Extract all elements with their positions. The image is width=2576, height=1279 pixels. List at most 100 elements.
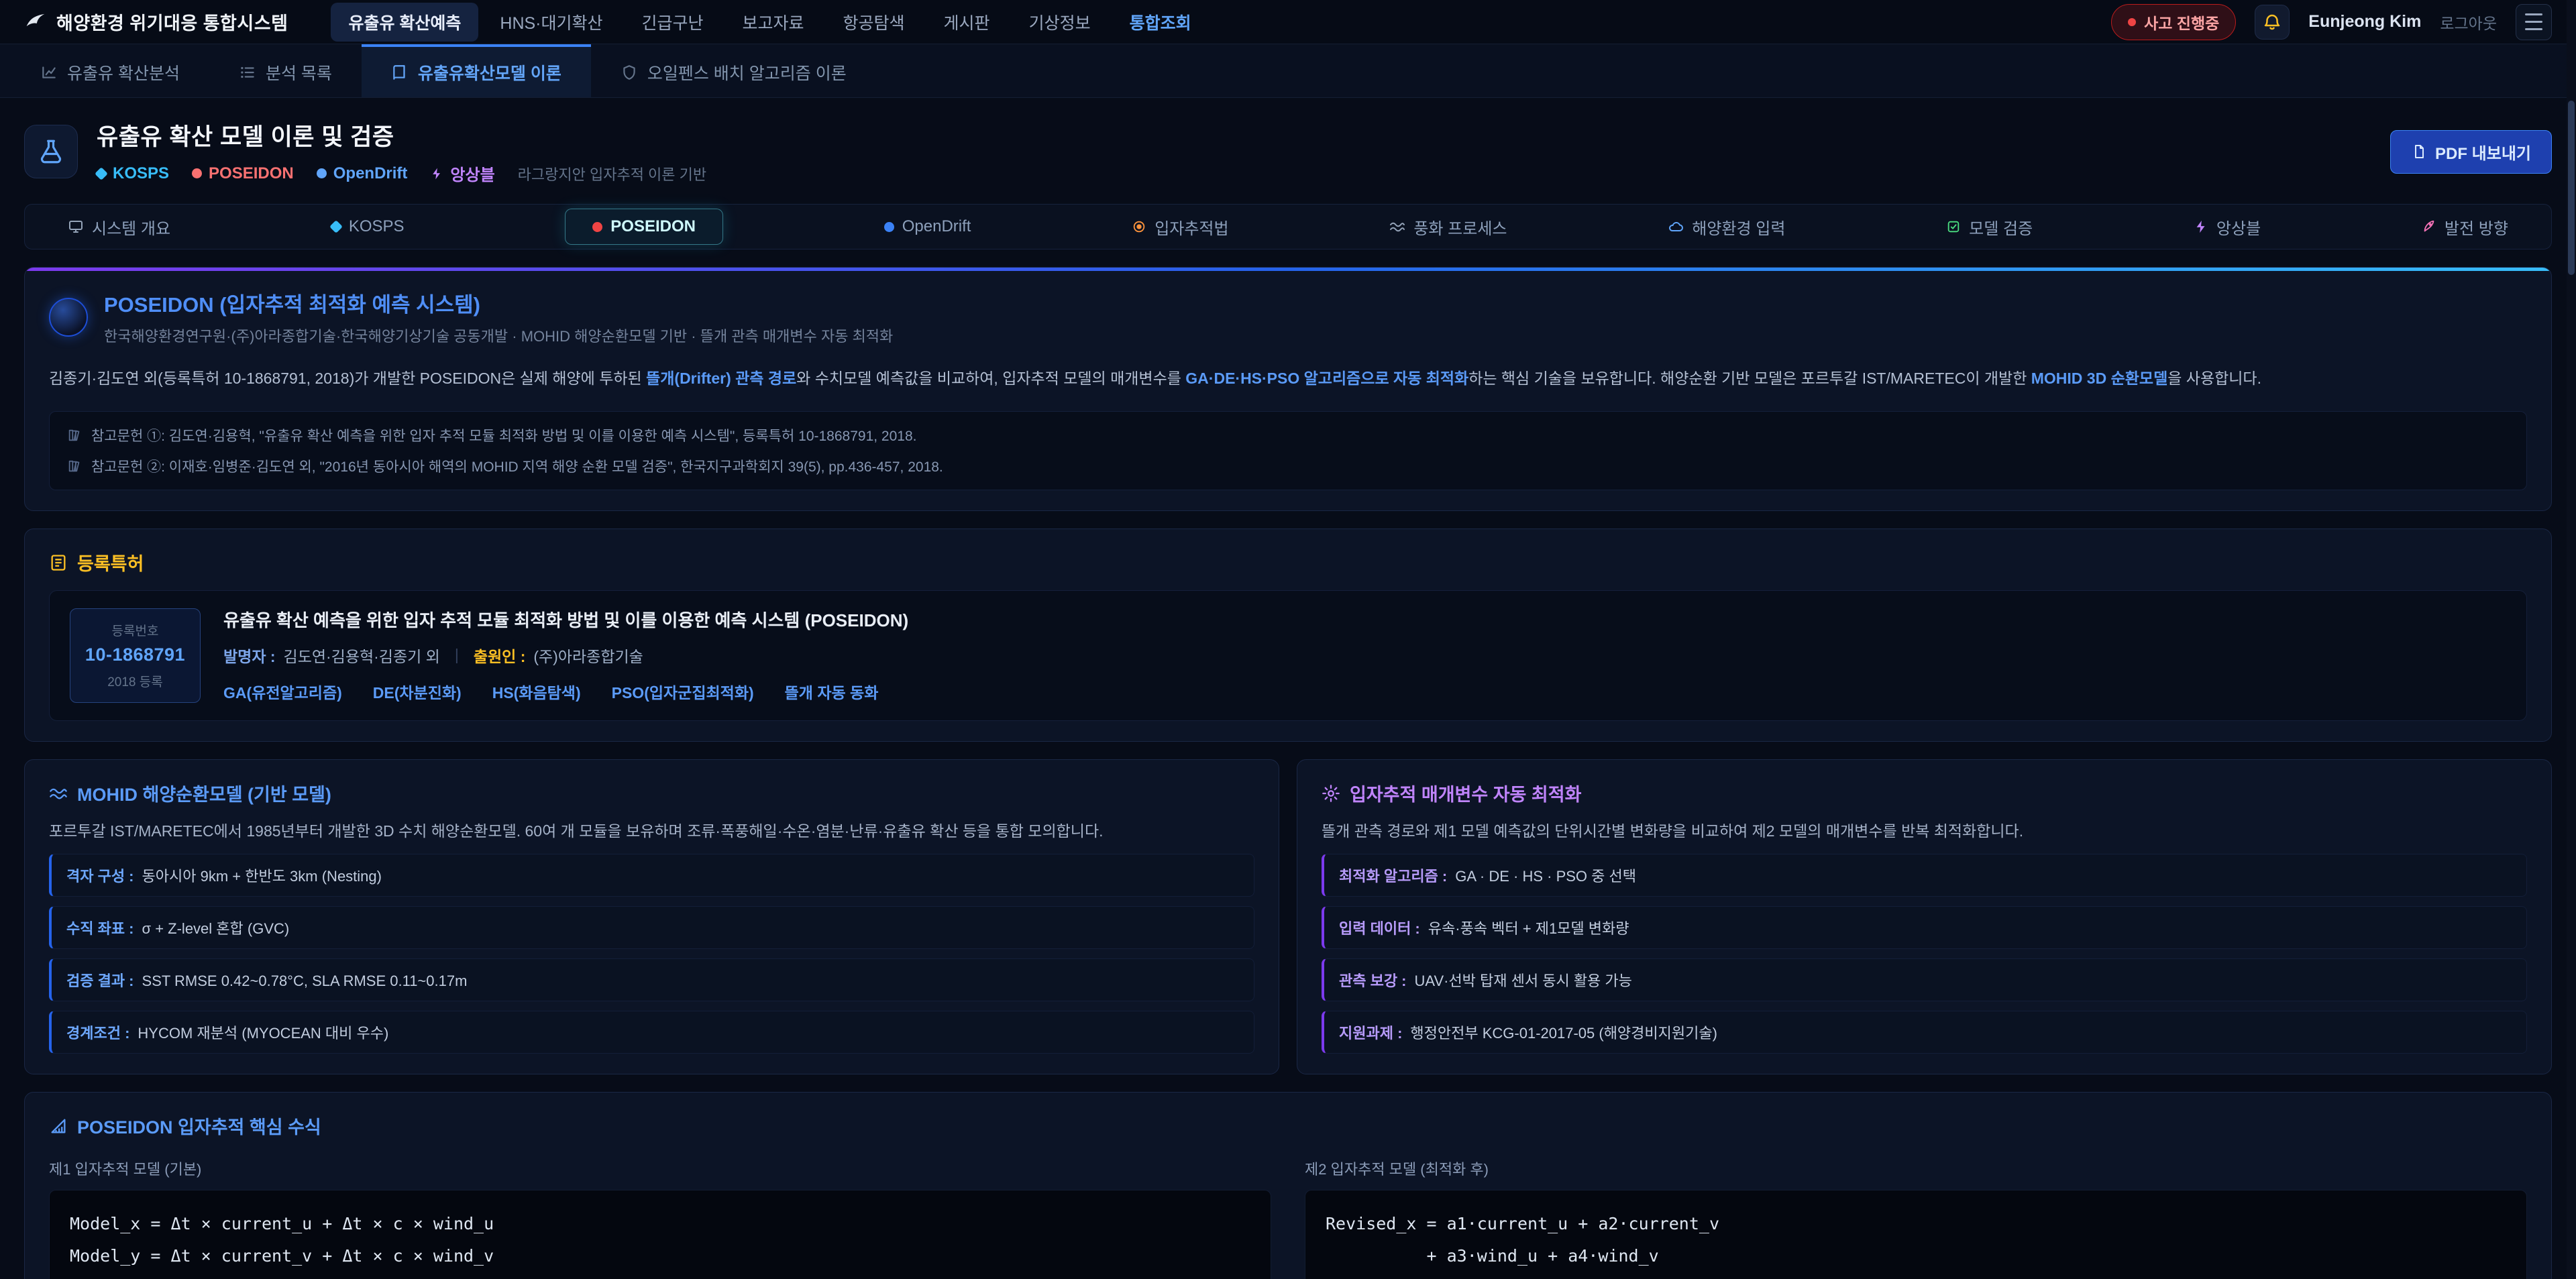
poseidon-globe-icon [49, 298, 88, 337]
patent-number-label: 등록번호 [84, 621, 186, 639]
page-icon-box [24, 125, 78, 178]
nav-item-spill-forecast[interactable]: 유출유 확산예측 [331, 3, 478, 42]
scroll-icon [49, 553, 68, 572]
patent-tag: DE(차분진화) [373, 680, 462, 703]
sub-tabbar: 유출유 확산분석 분석 목록 유출유확산모델 이론 오일펜스 배치 알고리즘 이… [0, 44, 2576, 98]
tab-spill-analysis[interactable]: 유출유 확산분석 [11, 44, 209, 97]
formula-left-label: 제1 입자추적 모델 (기본) [49, 1158, 1271, 1179]
spec-row: 격자 구성 :동아시아 9km + 한반도 3km (Nesting) [49, 854, 1254, 897]
bolt-icon [430, 167, 443, 180]
dot-icon [592, 222, 602, 232]
tab-oilfence-algorithm-theory[interactable]: 오일펜스 배치 알고리즘 이론 [591, 44, 876, 97]
sn-roadmap[interactable]: 발전 방향 [2422, 215, 2508, 239]
patent-section-title: 등록특허 [49, 549, 2527, 575]
tab-analysis-list[interactable]: 분석 목록 [209, 44, 362, 97]
app-title: 해양환경 위기대응 통합시스템 [56, 9, 288, 35]
wave-icon [1389, 219, 1405, 235]
tab-label: 유출유확산모델 이론 [418, 60, 561, 85]
nav-item-report-data[interactable]: 보고자료 [725, 3, 822, 42]
tag-opendrift: OpenDrift [317, 164, 408, 183]
nav-item-emergency-rescue[interactable]: 긴급구난 [625, 3, 721, 42]
incident-badge-label: 사고 진행중 [2144, 11, 2219, 34]
rocket-icon [2422, 219, 2436, 234]
tab-spill-model-theory[interactable]: 유출유확산모델 이론 [362, 44, 591, 97]
main-menu: 유출유 확산예측 HNS·대기확산 긴급구난 보고자료 항공탐색 게시판 기상정… [331, 3, 1208, 42]
nav-item-integrated-search[interactable]: 통합조회 [1112, 3, 1209, 42]
sn-ensemble[interactable]: 앙상블 [2194, 215, 2261, 239]
nav-item-board[interactable]: 게시판 [926, 3, 1008, 42]
sn-kosps[interactable]: KOSPS [331, 217, 405, 236]
logout-link[interactable]: 로그아웃 [2440, 11, 2497, 34]
nav-item-aerial-search[interactable]: 항공탐색 [826, 3, 922, 42]
brand[interactable]: 해양환경 위기대응 통합시스템 [24, 9, 288, 35]
tab-label: 유출유 확산분석 [67, 60, 180, 85]
tag-ensemble: 앙상블 [430, 162, 494, 185]
patent-title: 유출유 확산 예측을 위한 입자 추적 모듈 최적화 방법 및 이를 이용한 예… [223, 608, 908, 632]
patent-card: 등록특허 등록번호 10-1868791 2018 등록 유출유 확산 예측을 … [24, 529, 2552, 742]
section-nav: 시스템 개요 KOSPS POSEIDON OpenDrift 입자추적법 풍화… [24, 204, 2552, 249]
formula-right-label: 제2 입자추적 모델 (최적화 후) [1305, 1158, 2527, 1179]
sn-weathering-process[interactable]: 풍화 프로세스 [1389, 215, 1507, 239]
formula-grid: 제1 입자추적 모델 (기본) Model_x = Δt × current_u… [49, 1158, 2527, 1279]
patent-algorithm-tags: GA(유전알고리즘) DE(차분진화) HS(화음탐색) PSO(입자군집최적화… [223, 680, 908, 703]
poseidon-subtitle: 한국해양환경연구원·(주)아라종합기술·한국해양기상기술 공동개발 · MOHI… [104, 325, 893, 346]
inventor-label: 발명자 : [223, 644, 276, 667]
optimization-card: 입자추적 매개변수 자동 최적화 뜰개 관측 경로와 제1 모델 예측값의 단위… [1297, 759, 2552, 1074]
target-icon [1132, 219, 1146, 234]
mohid-card: MOHID 해양순환모델 (기반 모델) 포르투갈 IST/MARETEC에서 … [24, 759, 1279, 1074]
incident-status-badge[interactable]: 사고 진행중 [2111, 4, 2236, 40]
reference-box: 참고문헌 ①: 김도연·김용혁, "유출유 확산 예측을 위한 입자 추적 모듈… [49, 411, 2527, 490]
formula-title-row: POSEIDON 입자추적 핵심 수식 [49, 1113, 2527, 1139]
notification-bell-button[interactable] [2255, 5, 2290, 40]
logo-icon [24, 11, 47, 34]
nav-item-hns-diffusion[interactable]: HNS·대기확산 [482, 3, 620, 42]
hamburger-menu-icon[interactable] [2516, 4, 2552, 40]
sn-ocean-env-input[interactable]: 해양환경 입력 [1668, 215, 1785, 239]
formula-right-code: Revised_x = a1·current_u + a2·current_v … [1305, 1190, 2527, 1279]
optimization-title: 입자추적 매개변수 자동 최적화 [1350, 780, 1581, 806]
formula-right: 제2 입자추적 모델 (최적화 후) Revised_x = a1·curren… [1305, 1158, 2527, 1279]
patent-tag: GA(유전알고리즘) [223, 680, 342, 703]
cloud-icon [1668, 219, 1684, 235]
sn-poseidon[interactable]: POSEIDON [565, 209, 723, 245]
diamond-icon [329, 220, 343, 233]
bolt-icon [2194, 219, 2208, 234]
patent-detail-box: 등록번호 10-1868791 2018 등록 유출유 확산 예측을 위한 입자… [49, 590, 2527, 721]
spec-row: 수직 좌표 :σ + Z-level 혼합 (GVC) [49, 906, 1254, 949]
patent-number-box: 등록번호 10-1868791 2018 등록 [70, 608, 201, 703]
page-tags: KOSPS POSEIDON OpenDrift 앙상블 라그랑지안 입자추적 … [97, 162, 706, 185]
sn-particle-tracking[interactable]: 입자추적법 [1132, 215, 1228, 239]
poseidon-header: POSEIDON (입자추적 최적화 예측 시스템) 한국해양환경연구원·(주)… [49, 288, 2527, 346]
tag-kosps: KOSPS [97, 164, 169, 183]
patent-number: 10-1868791 [84, 645, 186, 665]
formula-left-code: Model_x = Δt × current_u + Δt × c × wind… [49, 1190, 1271, 1279]
formula-card: POSEIDON 입자추적 핵심 수식 제1 입자추적 모델 (기본) Mode… [24, 1092, 2552, 1279]
spec-row: 입력 데이터 :유속·풍속 벡터 + 제1모델 변화량 [1322, 906, 2527, 949]
reference-item: 참고문헌 ①: 김도연·김용혁, "유출유 확산 예측을 위한 입자 추적 모듈… [67, 425, 2509, 445]
model-detail-columns: MOHID 해양순환모델 (기반 모델) 포르투갈 IST/MARETEC에서 … [24, 759, 2552, 1074]
tab-label: 분석 목록 [266, 60, 332, 85]
ruler-triangle-icon [49, 1117, 68, 1135]
document-icon [2411, 144, 2427, 160]
pdf-export-button[interactable]: PDF 내보내기 [2390, 130, 2552, 174]
sn-opendrift[interactable]: OpenDrift [884, 217, 971, 236]
dot-icon [192, 168, 202, 178]
chart-icon [40, 64, 58, 81]
tag-poseidon: POSEIDON [192, 164, 294, 183]
page-title: 유출유 확산 모델 이론 및 검증 [97, 118, 706, 152]
spec-row: 지원과제 :행정안전부 KCG-01-2017-05 (해양경비지원기술) [1322, 1011, 2527, 1054]
patent-meta: 발명자 : 김도연·김용혁·김종기 외 | 출원인 : (주)아라종합기술 [223, 644, 908, 667]
sn-model-validation[interactable]: 모델 검증 [1946, 215, 2033, 239]
spec-row: 경계조건 :HYCOM 재분석 (MYOCEAN 대비 우수) [49, 1011, 1254, 1054]
user-name: Eunjeong Kim [2308, 12, 2421, 32]
patent-tag: 뜰개 자동 동화 [785, 680, 879, 703]
sn-system-overview[interactable]: 시스템 개요 [68, 215, 170, 239]
formula-left: 제1 입자추적 모델 (기본) Model_x = Δt × current_u… [49, 1158, 1271, 1279]
nav-item-weather-info[interactable]: 기상정보 [1012, 3, 1108, 42]
assignee: (주)아라종합기술 [533, 644, 643, 667]
list-icon [239, 64, 256, 81]
reference-item: 참고문헌 ②: 이재호·임병준·김도연 외, "2016년 동아시아 해역의 M… [67, 456, 2509, 476]
page-scrollbar[interactable] [2567, 0, 2576, 1279]
scrollbar-thumb[interactable] [2568, 101, 2575, 275]
divider: | [455, 646, 459, 664]
